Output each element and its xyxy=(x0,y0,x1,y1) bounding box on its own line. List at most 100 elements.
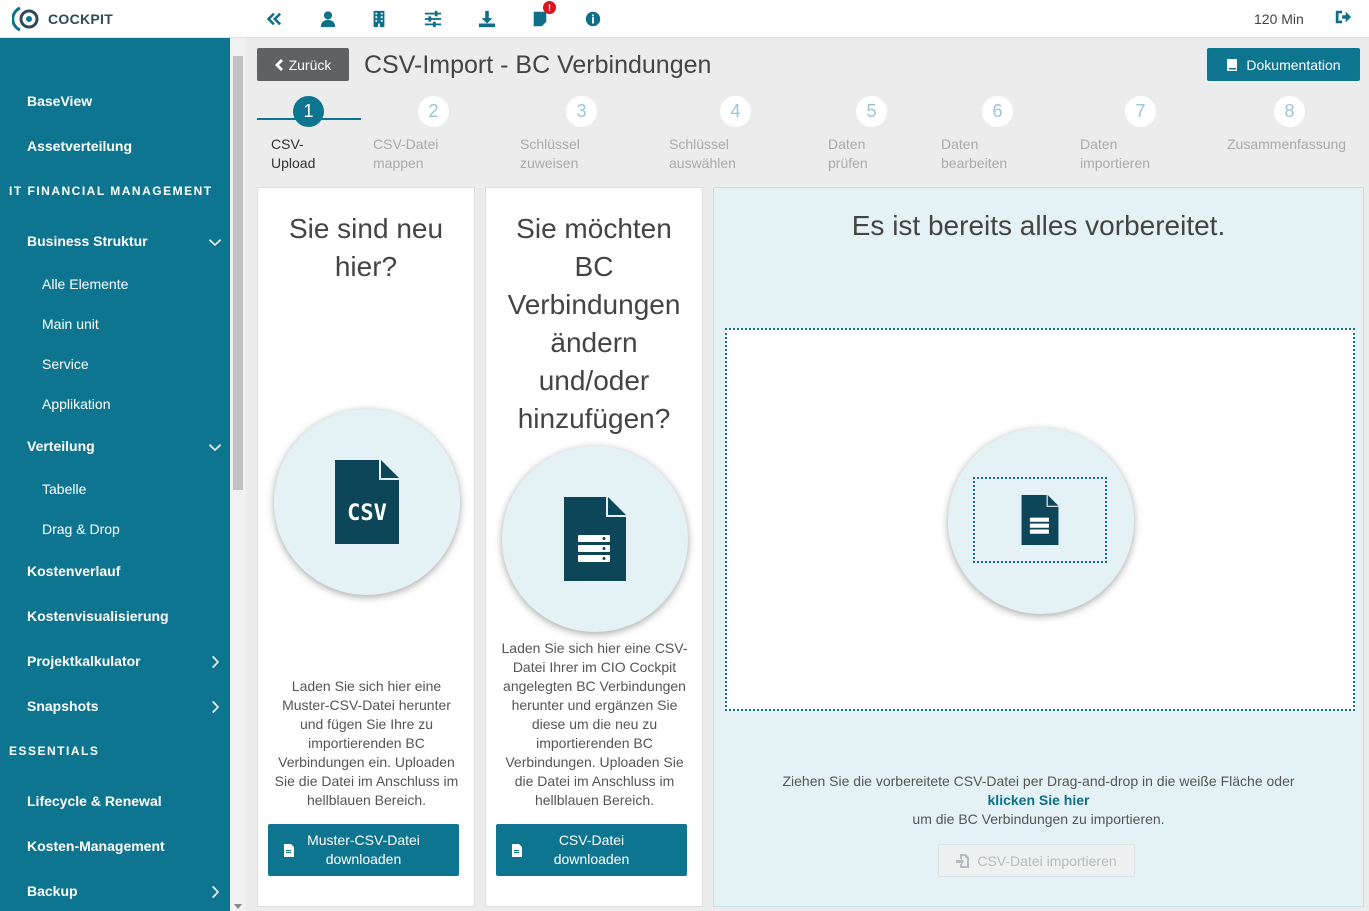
data-file-icon xyxy=(1021,495,1059,545)
sidebar-item-backup[interactable]: Backup xyxy=(0,876,230,906)
upload-instruction-line: Ziehen Sie die vorbereitete CSV-Datei pe… xyxy=(782,773,1295,789)
panel-new-text-line: hellblauen Bereich. xyxy=(306,792,427,808)
back-button[interactable]: Zurück xyxy=(257,48,349,81)
sidebar-heading-essentials: ESSENTIALS xyxy=(0,736,230,766)
book-icon xyxy=(1227,58,1238,71)
step-label-line: Daten xyxy=(828,136,866,152)
panel-edit-title-line: und/oder xyxy=(538,365,650,396)
panel-new-text-line: Laden Sie sich hier eine xyxy=(291,678,442,694)
sidebar-item-kosten-management[interactable]: Kosten-Management xyxy=(0,831,230,861)
logout-icon[interactable] xyxy=(1334,8,1354,28)
sidebar-item-kostenverlauf[interactable]: Kostenverlauf xyxy=(0,556,230,586)
sidebar-item-tabelle[interactable]: Tabelle xyxy=(0,474,230,504)
import-csv-label: CSV-Datei importieren xyxy=(977,852,1117,869)
sidebar-item-drag-drop[interactable]: Drag & Drop xyxy=(0,514,230,544)
panel-edit-title-line: BC xyxy=(574,251,614,282)
step-8-circle[interactable]: 8 xyxy=(1274,96,1305,127)
panel-edit-title-line: Verbindungen xyxy=(507,289,681,320)
panel-new-text-line: Muster-CSV-Datei herunter xyxy=(282,697,451,713)
panel-edit-title-line: ändern xyxy=(550,327,638,358)
collapse-icon[interactable] xyxy=(262,8,284,30)
sidebar-item-label: ESSENTIALS xyxy=(9,744,100,758)
panel-edit-text-line: importierenden BC xyxy=(536,735,653,751)
app-name: COCKPIT xyxy=(48,11,114,27)
step-label-line: Upload xyxy=(271,155,316,171)
sidebar-item-label: Kosten-Management xyxy=(27,838,165,854)
panel-edit-title-line: hinzufügen? xyxy=(517,403,671,434)
panel-edit-title: Sie möchten BC Verbindungen ändern und/o… xyxy=(486,210,702,438)
upload-title: Es ist bereits alles vorbereitet. xyxy=(851,210,1226,241)
download-csv-button[interactable]: CSV-Datei downloaden xyxy=(496,824,687,876)
step-label-line: Schlüssel xyxy=(520,136,580,152)
upload-instruction-line: um die BC Verbindungen zu importieren. xyxy=(912,811,1165,827)
step-label-line: bearbeiten xyxy=(941,155,1008,171)
sidebar-item-assetverteilung[interactable]: Assetverteilung xyxy=(0,131,230,161)
csv-file-icon: CSV xyxy=(335,460,399,544)
panel-new-description: Laden Sie sich hier eine Muster-CSV-Date… xyxy=(268,677,465,810)
sidebar-item-lifecycle-renewal[interactable]: Lifecycle & Renewal xyxy=(0,786,230,816)
sidebar-scrollbar[interactable] xyxy=(230,38,246,911)
download-icon[interactable] xyxy=(476,8,498,30)
step-label-line: Daten xyxy=(941,136,979,152)
step-4-circle[interactable]: 4 xyxy=(720,96,751,127)
step-7-circle[interactable]: 7 xyxy=(1125,96,1156,127)
notes-icon[interactable]: ! xyxy=(529,1,556,30)
step-6-circle[interactable]: 6 xyxy=(982,96,1013,127)
sliders-icon[interactable] xyxy=(422,8,444,30)
sidebar-item-label: Verteilung xyxy=(27,438,95,454)
sidebar-item-service[interactable]: Service xyxy=(0,349,230,379)
download-csv-label: CSV-Datei xyxy=(558,832,625,848)
documentation-button[interactable]: Dokumentation xyxy=(1207,48,1360,81)
sidebar-item-verteilung[interactable]: Verteilung xyxy=(0,431,230,461)
scroll-down-arrow-icon[interactable] xyxy=(234,904,242,909)
step-label-line: prüfen xyxy=(828,155,868,171)
panel-new-text-line: Verbindungen ein. Uploaden xyxy=(278,754,455,770)
drop-target[interactable] xyxy=(973,477,1107,563)
panel-edit-text-line: diese um die neu zu xyxy=(531,716,658,732)
panel-new-text-line: Sie die Datei im Anschluss im xyxy=(274,773,459,789)
drop-zone[interactable] xyxy=(725,328,1355,711)
sidebar-item-label: Drag & Drop xyxy=(42,521,120,537)
download-template-button[interactable]: Muster-CSV-Datei downloaden xyxy=(268,824,459,876)
sidebar-item-label: Projektkalkulator xyxy=(27,653,141,669)
user-icon[interactable] xyxy=(317,8,339,30)
step-label-line: Zusammenfassung xyxy=(1227,136,1347,152)
sidebar-item-snapshots[interactable]: Snapshots xyxy=(0,691,230,721)
sidebar-item-main-unit[interactable]: Main unit xyxy=(0,309,230,339)
sidebar-item-label: Kostenverlauf xyxy=(27,563,121,579)
panel-edit-text-line: hellblauen Bereich. xyxy=(534,792,655,808)
chevron-down-icon xyxy=(209,235,221,247)
sidebar-item-applikation[interactable]: Applikation xyxy=(0,389,230,419)
panel-edit-text-line: Datei Ihrer im CIO Cockpit xyxy=(512,659,677,675)
sidebar-item-baseview[interactable]: BaseView xyxy=(0,86,230,116)
step-7-label: Daten importieren xyxy=(1080,135,1150,173)
step-1-circle[interactable]: 1 xyxy=(293,96,324,127)
info-icon[interactable] xyxy=(582,8,604,30)
sidebar-item-label: Business Struktur xyxy=(27,233,148,249)
step-4-label: Schlüssel auswählen xyxy=(669,135,736,173)
panel-new-title-line: Sie sind neu xyxy=(288,213,444,244)
app-logo[interactable]: COCKPIT xyxy=(12,5,113,33)
sidebar-item-projektkalkulator[interactable]: Projektkalkulator xyxy=(0,646,230,676)
step-label-line: auswählen xyxy=(669,155,736,171)
click-here-link[interactable]: klicken Sie hier xyxy=(988,792,1090,808)
csv-illustration: CSV xyxy=(274,409,460,595)
drop-illustration xyxy=(948,428,1134,614)
step-5-circle[interactable]: 5 xyxy=(856,96,887,127)
sidebar-item-kostenvisualisierung[interactable]: Kostenvisualisierung xyxy=(0,601,230,631)
session-timer: 120 Min xyxy=(1254,11,1304,27)
step-3-circle[interactable]: 3 xyxy=(566,96,597,127)
chevron-down-icon xyxy=(209,440,221,452)
step-2-label: CSV-Datei mappen xyxy=(373,135,438,173)
data-file-icon xyxy=(564,497,626,581)
sidebar-item-business-struktur[interactable]: Business Struktur xyxy=(0,226,230,256)
import-csv-button[interactable]: CSV-Datei importieren xyxy=(938,844,1135,877)
cockpit-logo-icon xyxy=(12,6,39,32)
sidebar-item-label: Lifecycle & Renewal xyxy=(27,793,162,809)
building-icon[interactable] xyxy=(368,8,390,30)
sidebar-item-alle-elemente[interactable]: Alle Elemente xyxy=(0,269,230,299)
scrollbar-thumb[interactable] xyxy=(233,56,243,490)
step-2-circle[interactable]: 2 xyxy=(418,96,449,127)
file-icon xyxy=(284,843,294,857)
sidebar-item-label: Assetverteilung xyxy=(27,138,133,154)
